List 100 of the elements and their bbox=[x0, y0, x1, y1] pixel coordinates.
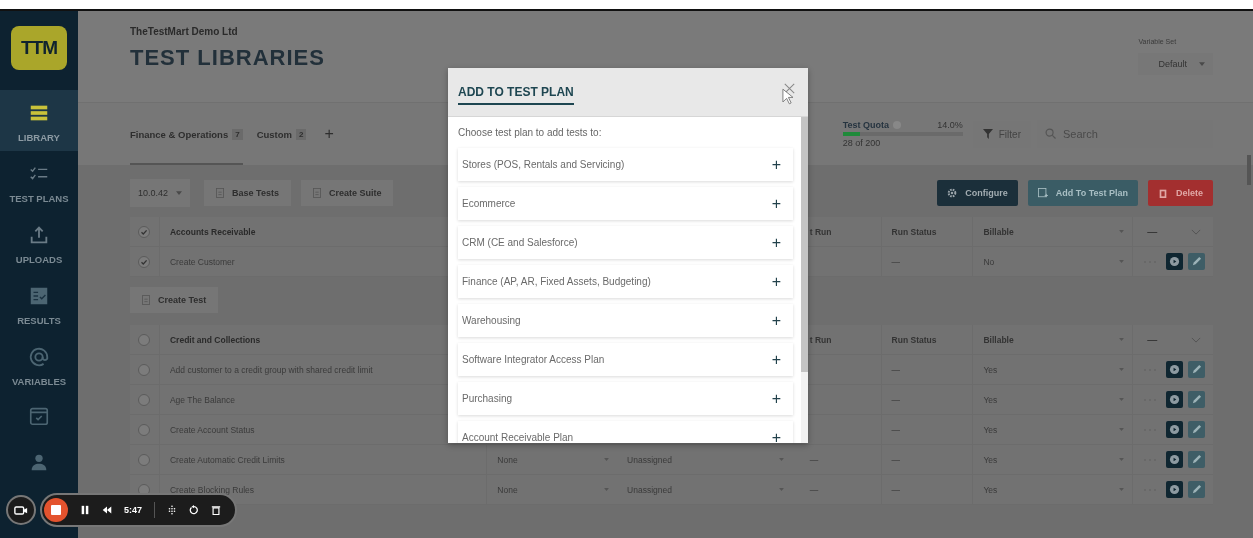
toolbar-button[interactable]: Create Suite bbox=[300, 180, 394, 206]
document-icon bbox=[216, 188, 225, 198]
test-plan-option[interactable]: Stores (POS, Rentals and Servicing) + bbox=[458, 148, 793, 181]
play-icon bbox=[1169, 394, 1181, 405]
create-test-button[interactable]: Create Test bbox=[130, 287, 219, 313]
checkbox[interactable] bbox=[138, 225, 150, 238]
test-plan-option[interactable]: Account Receivable Plan + bbox=[458, 421, 793, 443]
scrollbar-thumb[interactable] bbox=[801, 117, 808, 372]
caret-icon bbox=[1199, 62, 1205, 66]
checkbox[interactable] bbox=[138, 255, 150, 268]
table-cell: — bbox=[891, 454, 901, 465]
rewind-icon[interactable] bbox=[102, 505, 112, 515]
edit-button[interactable] bbox=[1188, 361, 1206, 378]
column-header: — bbox=[1147, 226, 1158, 237]
checkbox[interactable] bbox=[138, 363, 150, 376]
gear-icon bbox=[947, 188, 958, 198]
restart-icon[interactable] bbox=[189, 505, 199, 515]
table-cell: — bbox=[891, 256, 901, 267]
dialog-title: ADD TO TEST PLAN bbox=[458, 85, 574, 105]
checkbox[interactable] bbox=[138, 453, 150, 466]
group-title: Accounts Receivable bbox=[169, 226, 256, 237]
company-name: TheTestMart Demo Ltd bbox=[130, 26, 239, 37]
run-button[interactable] bbox=[1166, 421, 1184, 438]
quota-reading: 28 of 200 bbox=[842, 138, 882, 148]
run-button[interactable] bbox=[1166, 391, 1184, 408]
table-cell: — bbox=[891, 484, 901, 495]
search-icon bbox=[1045, 128, 1056, 139]
version-dropdown[interactable]: 10.0.42 bbox=[130, 179, 191, 207]
test-plan-option[interactable]: Purchasing + bbox=[458, 382, 793, 415]
checkbox[interactable] bbox=[138, 423, 150, 436]
calendar-icon bbox=[28, 405, 50, 427]
document-icon bbox=[142, 295, 150, 305]
quota-label: Test Quota bbox=[842, 120, 890, 130]
run-button[interactable] bbox=[1166, 481, 1184, 498]
column-header: Billable bbox=[983, 226, 1014, 237]
camera-icon bbox=[14, 504, 28, 516]
stop-button[interactable] bbox=[44, 498, 68, 522]
document-icon bbox=[1037, 188, 1048, 198]
library-tab[interactable]: Finance & Operations 7 bbox=[130, 103, 243, 165]
table-cell: — bbox=[891, 364, 901, 375]
trash-icon[interactable] bbox=[211, 505, 221, 515]
upload-icon bbox=[28, 224, 50, 246]
test-plan-option[interactable]: Software Integrator Access Plan + bbox=[458, 343, 793, 376]
run-button[interactable] bbox=[1166, 361, 1184, 378]
edit-button[interactable] bbox=[1188, 451, 1206, 468]
trash-icon bbox=[1158, 188, 1168, 198]
play-icon bbox=[1169, 364, 1181, 375]
table-cell[interactable]: None bbox=[497, 484, 518, 495]
quota-percent: 14.0% bbox=[937, 120, 963, 130]
edit-button[interactable] bbox=[1188, 391, 1206, 408]
pause-icon[interactable] bbox=[80, 505, 90, 515]
delete-button[interactable]: Delete bbox=[1148, 180, 1213, 206]
caret-icon bbox=[176, 191, 183, 195]
nav-item[interactable]: LIBRARY bbox=[0, 90, 78, 151]
configure-button[interactable]: Configure bbox=[937, 180, 1018, 206]
column-header: Billable bbox=[983, 334, 1014, 345]
test-plan-option[interactable]: Warehousing + bbox=[458, 304, 793, 337]
app-logo[interactable]: TTM bbox=[11, 26, 67, 70]
test-plan-option[interactable]: Finance (AP, AR, Fixed Assets, Budgeting) + bbox=[458, 265, 793, 298]
play-icon bbox=[1169, 424, 1181, 435]
close-icon[interactable] bbox=[784, 82, 795, 94]
play-icon bbox=[1169, 256, 1181, 267]
nav-item[interactable]: UPLOADS bbox=[0, 212, 78, 273]
play-icon bbox=[1169, 484, 1181, 495]
nav-item[interactable]: VARIABLES bbox=[0, 334, 78, 395]
test-plan-option[interactable]: CRM (CE and Salesforce) + bbox=[458, 226, 793, 259]
edit-button[interactable] bbox=[1188, 253, 1206, 270]
table-cell[interactable]: None bbox=[497, 454, 518, 465]
pencil-icon bbox=[1191, 484, 1203, 495]
table-cell: — bbox=[809, 484, 819, 495]
nav-item[interactable]: TEST PLANS bbox=[0, 151, 78, 212]
cursor-icon bbox=[782, 88, 793, 105]
pencil-icon bbox=[1191, 394, 1203, 405]
toolbar-button[interactable]: Base Tests bbox=[204, 180, 291, 206]
run-button[interactable] bbox=[1166, 451, 1184, 468]
column-header: Run Status bbox=[891, 334, 937, 345]
nav-item[interactable]: RESULTS bbox=[0, 273, 78, 334]
library-tab[interactable]: Custom 2 bbox=[256, 103, 307, 165]
pencil-icon bbox=[1191, 424, 1203, 435]
scrollbar[interactable] bbox=[1247, 155, 1251, 185]
checkbox[interactable] bbox=[138, 333, 150, 346]
grid-icon[interactable] bbox=[167, 505, 177, 515]
column-header: t Run bbox=[809, 334, 832, 345]
pencil-icon bbox=[1191, 364, 1203, 375]
table-cell: — bbox=[891, 394, 901, 405]
table-cell: — bbox=[891, 424, 901, 435]
edit-button[interactable] bbox=[1188, 481, 1206, 498]
column-header: — bbox=[1147, 334, 1158, 345]
test-plan-option[interactable]: Ecommerce + bbox=[458, 187, 793, 220]
checkbox[interactable] bbox=[138, 393, 150, 406]
add-tab-button[interactable]: + bbox=[320, 125, 338, 143]
play-icon bbox=[1169, 454, 1181, 465]
dialog-prompt: Choose test plan to add tests to: bbox=[458, 127, 603, 138]
table-cell: — bbox=[809, 454, 819, 465]
add-to-test-plan-button[interactable]: Add To Test Plan bbox=[1027, 180, 1138, 206]
document-icon bbox=[312, 188, 321, 198]
filter-icon bbox=[982, 129, 993, 139]
edit-button[interactable] bbox=[1188, 421, 1206, 438]
run-button[interactable] bbox=[1166, 253, 1184, 270]
column-header: t Run bbox=[809, 226, 832, 237]
